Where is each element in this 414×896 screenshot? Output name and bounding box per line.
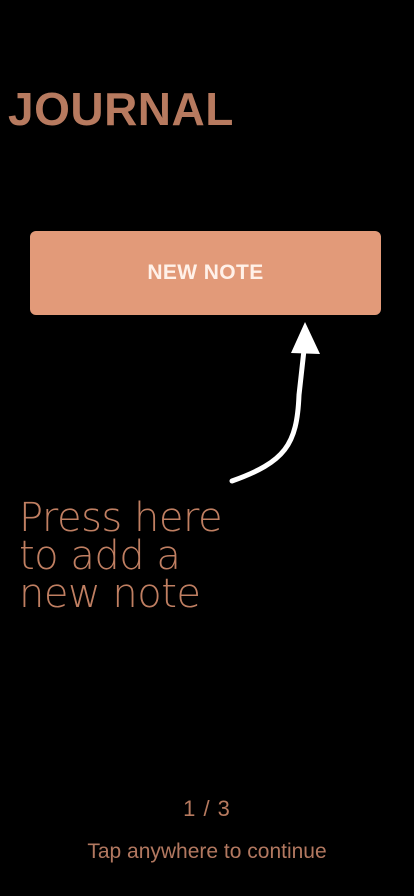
hint-line: Press here (19, 495, 223, 541)
hint-line: to add a (19, 533, 181, 579)
new-note-button[interactable]: NEW NOTE (30, 231, 381, 315)
continue-hint: Tap anywhere to continue (87, 840, 327, 863)
page-indicator: 1 / 3 (183, 796, 231, 821)
app-title: JOURNAL (8, 83, 234, 135)
hint-line: new note (19, 571, 201, 617)
hint-text: Press here to add a new note (19, 495, 299, 617)
